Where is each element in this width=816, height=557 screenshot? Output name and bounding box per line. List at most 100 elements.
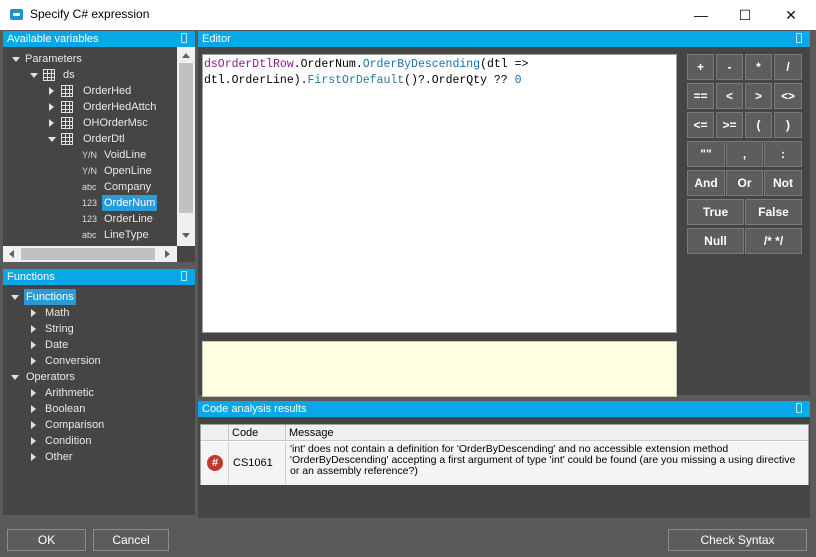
collapse-arrow-icon[interactable]	[48, 137, 56, 142]
tree-item-label-selected: Functions	[24, 289, 76, 305]
editor-panel-header: Editor	[198, 31, 810, 47]
or-button[interactable]: Or	[726, 170, 763, 196]
pin-icon[interactable]	[796, 403, 802, 413]
code-analysis-header: Code analysis results	[198, 401, 810, 417]
code-token: (dtl =>	[480, 58, 529, 71]
less-than-button[interactable]: <	[716, 83, 743, 109]
dataset-icon	[43, 69, 55, 81]
false-button[interactable]: False	[745, 199, 802, 225]
tree-item-label: Parameters	[25, 53, 82, 65]
tree-item-label: String	[45, 323, 74, 335]
expand-arrow-icon[interactable]	[31, 309, 36, 317]
maximize-button[interactable]: ☐	[722, 0, 768, 30]
scroll-down-icon[interactable]	[182, 233, 190, 238]
not-equal-button[interactable]: <>	[774, 83, 802, 109]
error-code-cell[interactable]: CS1061	[229, 442, 286, 485]
comma-button[interactable]: ,	[726, 141, 763, 167]
check-syntax-button[interactable]: Check Syntax	[668, 529, 807, 551]
scroll-up-icon[interactable]	[182, 53, 190, 58]
column-header-message[interactable]: Message	[286, 425, 808, 441]
code-analysis-table: Code Message # CS1061 'int' does not con…	[200, 424, 809, 485]
greater-than-button[interactable]: >	[745, 83, 772, 109]
tree-item-label: Condition	[45, 435, 92, 447]
pin-icon[interactable]	[181, 33, 187, 43]
column-header-code[interactable]: Code	[229, 425, 286, 441]
expand-arrow-icon[interactable]	[49, 119, 54, 127]
plus-button[interactable]: +	[687, 54, 714, 80]
horizontal-scroll-thumb[interactable]	[21, 248, 155, 260]
editor-line-1: dsOrderDtlRow.OrderNum.OrderByDescending…	[204, 57, 675, 73]
divide-button[interactable]: /	[774, 54, 802, 80]
tree-item-label: LineType	[104, 229, 149, 241]
table-row[interactable]: #	[201, 442, 229, 485]
tree-item-label-selected: OrderNum	[102, 195, 158, 211]
multiply-button[interactable]: *	[745, 54, 772, 80]
tree-item-label: Company	[104, 181, 152, 193]
error-icon: #	[207, 455, 223, 471]
variables-vertical-scrollbar[interactable]	[177, 47, 195, 246]
left-paren-button[interactable]: (	[745, 112, 772, 138]
title-bar: Specify C# expression — ☐ ✕	[0, 0, 816, 30]
editor-line-2: dtl.OrderLine).FirstOrDefault()?.OrderQt…	[204, 73, 675, 89]
expand-arrow-icon[interactable]	[31, 453, 36, 461]
expand-arrow-icon[interactable]	[49, 87, 54, 95]
error-message-cell[interactable]: 'int' does not contain a definition for …	[286, 442, 808, 485]
tree-item-label: OrderLine	[104, 213, 153, 225]
expand-arrow-icon[interactable]	[31, 421, 36, 429]
collapse-arrow-icon[interactable]	[11, 375, 19, 380]
tree-item-label: Comparison	[45, 419, 105, 431]
scroll-left-icon[interactable]	[9, 250, 14, 258]
not-button[interactable]: Not	[764, 170, 802, 196]
greater-equal-button[interactable]: >=	[716, 112, 743, 138]
variables-panel: Available variables Parameters ds OrderH…	[3, 31, 195, 262]
ok-button[interactable]: OK	[7, 529, 86, 551]
code-token: ()?.OrderQty ??	[404, 74, 515, 87]
collapse-arrow-icon[interactable]	[11, 295, 19, 300]
table-icon	[61, 101, 73, 113]
collapse-arrow-icon[interactable]	[12, 57, 20, 62]
expand-arrow-icon[interactable]	[49, 103, 54, 111]
right-paren-button[interactable]: )	[774, 112, 802, 138]
expand-arrow-icon[interactable]	[31, 341, 36, 349]
colon-button[interactable]: :	[764, 141, 802, 167]
scroll-right-icon[interactable]	[165, 250, 170, 258]
code-token: dsOrderDtlRow	[204, 58, 294, 71]
true-button[interactable]: True	[687, 199, 744, 225]
cancel-button[interactable]: Cancel	[93, 529, 169, 551]
window-title: Specify C# expression	[30, 7, 150, 21]
code-token: dtl.OrderLine).	[204, 74, 308, 87]
variables-horizontal-scrollbar[interactable]	[3, 246, 177, 262]
equals-button[interactable]: ==	[687, 83, 714, 109]
minimize-button[interactable]: —	[678, 0, 724, 30]
collapse-arrow-icon[interactable]	[30, 73, 38, 78]
expand-arrow-icon[interactable]	[31, 437, 36, 445]
close-button[interactable]: ✕	[768, 0, 814, 30]
tree-item-label: VoidLine	[104, 149, 147, 161]
less-equal-button[interactable]: <=	[687, 112, 714, 138]
null-button[interactable]: Null	[687, 228, 744, 254]
tree-item-label: Conversion	[45, 355, 101, 367]
and-button[interactable]: And	[687, 170, 725, 196]
expand-arrow-icon[interactable]	[31, 357, 36, 365]
code-token: FirstOrDefault	[307, 74, 405, 87]
tree-item-label: OHOrderMsc	[83, 117, 148, 129]
minus-button[interactable]: -	[716, 54, 743, 80]
tree-item-label: OpenLine	[104, 165, 152, 177]
tree-item-label: Other	[45, 451, 73, 463]
number-type-icon: 123	[82, 198, 98, 208]
table-icon	[61, 133, 73, 145]
code-analysis-title: Code analysis results	[202, 403, 307, 415]
quotes-button[interactable]: ""	[687, 141, 725, 167]
pin-icon[interactable]	[796, 33, 802, 43]
comment-button[interactable]: /* */	[745, 228, 802, 254]
number-type-icon: 123	[82, 214, 98, 224]
expand-arrow-icon[interactable]	[31, 405, 36, 413]
functions-panel-header: Functions	[3, 269, 195, 285]
tree-item-label: Operators	[26, 371, 75, 383]
tree-item-label: ds	[63, 69, 75, 81]
expression-editor[interactable]: dsOrderDtlRow.OrderNum.OrderByDescending…	[202, 54, 677, 333]
pin-icon[interactable]	[181, 271, 187, 281]
expand-arrow-icon[interactable]	[31, 389, 36, 397]
expand-arrow-icon[interactable]	[31, 325, 36, 333]
vertical-scroll-thumb[interactable]	[179, 63, 193, 213]
